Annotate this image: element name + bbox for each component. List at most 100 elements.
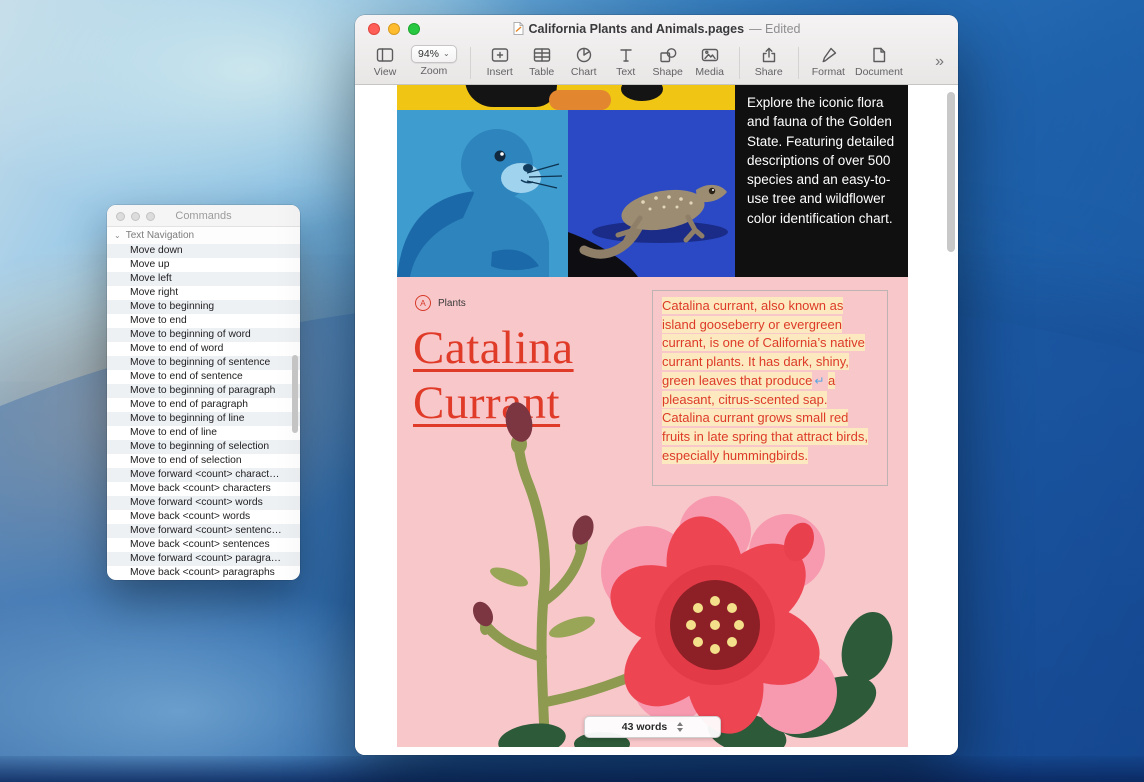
command-item[interactable]: Move forward <count> paragra… [107,552,300,566]
command-item[interactable]: Move forward <count> charact… [107,468,300,482]
toolbar-shape[interactable]: Shape [652,45,684,78]
command-item[interactable]: Move to end of word [107,342,300,356]
toolbar-table[interactable]: Table [526,45,558,78]
line-break-marker-icon: ↵ [814,374,824,388]
command-item[interactable]: Move to beginning of word [107,328,300,342]
command-item[interactable]: Move to beginning of paragraph [107,384,300,398]
command-item[interactable]: Move back <count> paragraphs [107,566,300,580]
media-icon [700,45,720,64]
minimize-button[interactable] [388,23,400,35]
toolbar-label: Chart [571,66,597,78]
toolbar-label: Share [755,66,783,78]
toolbar-share[interactable]: Share [753,45,785,78]
commands-titlebar[interactable]: Commands [107,205,300,227]
title-line-1: Catalina [413,321,574,376]
command-item[interactable]: Move to end of selection [107,454,300,468]
close-button[interactable] [116,212,125,221]
wallpaper-bottom-band [0,756,1144,782]
artwork-shape [621,85,663,101]
minimize-button[interactable] [131,212,140,221]
table-icon [532,45,552,64]
commands-list: Move downMove upMove leftMove rightMove … [107,244,300,580]
intro-text: Explore the iconic flora and fauna of th… [747,95,894,226]
toolbar-chart[interactable]: Chart [568,45,600,78]
section-text-navigation[interactable]: ⌄ Text Navigation [107,227,300,244]
intro-text-box[interactable]: Explore the iconic flora and fauna of th… [735,85,908,277]
command-item[interactable]: Move left [107,272,300,286]
plants-section[interactable]: A Plants CatalinaCurrant Catalina curran… [397,277,908,747]
seal-illustration[interactable] [397,110,568,277]
toolbar-view[interactable]: View [369,45,401,78]
share-icon [759,45,779,64]
toolbar-zoom[interactable]: 94% ⌄ Zoom [411,45,457,77]
toolbar-format[interactable]: Format [812,45,845,78]
toolbar-label: Zoom [420,65,447,77]
window-controls [368,23,420,35]
seal-image [397,110,568,277]
document-page[interactable]: Explore the iconic flora and fauna of th… [397,85,908,747]
word-count-value: 43 words [622,721,668,733]
close-button[interactable] [368,23,380,35]
document-icon [869,45,889,64]
command-item[interactable]: Move to end of line [107,426,300,440]
window-chrome: California Plants and Animals.pages — Ed… [355,15,958,85]
fullscreen-button[interactable] [408,23,420,35]
window-title-group: California Plants and Animals.pages — Ed… [513,22,801,36]
toolbar-label: Table [529,66,554,78]
toolbar-media[interactable]: Media [694,45,726,78]
toolbar-insert[interactable]: Insert [484,45,516,78]
text-icon [616,45,636,64]
command-item[interactable]: Move back <count> words [107,510,300,524]
toolbar-label: Media [695,66,724,78]
pages-window: California Plants and Animals.pages — Ed… [355,15,958,755]
command-item[interactable]: Move back <count> characters [107,482,300,496]
toolbar-separator [470,47,471,79]
fullscreen-button[interactable] [146,212,155,221]
window-edited-status: — Edited [749,22,800,36]
category-label: Plants [438,298,466,309]
top-artwork-strip[interactable] [397,85,735,110]
titlebar[interactable]: California Plants and Animals.pages — Ed… [355,15,958,42]
command-item[interactable]: Move back <count> sentences [107,538,300,552]
chart-icon [574,45,594,64]
lizard-illustration[interactable] [568,110,735,277]
window-title: California Plants and Animals.pages [529,22,745,36]
command-item[interactable]: Move to beginning of selection [107,440,300,454]
toolbar-overflow-button[interactable]: » [935,53,944,71]
stepper-chevrons-icon [677,722,683,732]
command-item[interactable]: Move to end [107,314,300,328]
toolbar-document[interactable]: Document [855,45,903,78]
command-item[interactable]: Move to beginning [107,300,300,314]
scrollbar-thumb[interactable] [292,355,298,433]
command-item[interactable]: Move up [107,258,300,272]
toolbar-text[interactable]: Text [610,45,642,78]
command-item[interactable]: Move to beginning of line [107,412,300,426]
command-item[interactable]: Move to beginning of sentence [107,356,300,370]
command-item[interactable]: Move down [107,244,300,258]
scrollbar-thumb[interactable] [947,92,955,252]
commands-window: Commands ⌄ Text Navigation Move downMove… [107,205,300,580]
command-item[interactable]: Move forward <count> sentenc… [107,524,300,538]
word-count-control[interactable]: 43 words [584,716,721,738]
zoom-dropdown[interactable]: 94% ⌄ [411,45,457,63]
shape-icon [658,45,678,64]
command-item[interactable]: Move to end of paragraph [107,398,300,412]
toolbar-separator [739,47,740,79]
command-item[interactable]: Move to end of sentence [107,370,300,384]
view-icon [375,45,395,64]
toolbar-label: Shape [653,66,683,78]
section-label: Text Navigation [126,230,194,241]
pages-document-icon [513,22,524,35]
chevron-down-icon: ⌄ [443,50,450,58]
toolbar-label: Document [855,66,903,78]
command-item[interactable]: Move forward <count> words [107,496,300,510]
commands-window-title: Commands [175,210,231,222]
toolbar-label: Format [812,66,845,78]
insert-icon [490,45,510,64]
currant-flower-illustration[interactable] [397,392,908,747]
toolbar-label: Text [616,66,635,78]
command-item[interactable]: Move right [107,286,300,300]
document-canvas[interactable]: Explore the iconic flora and fauna of th… [355,85,958,755]
toolbar-label: View [374,66,397,78]
commands-window-controls [116,212,155,221]
